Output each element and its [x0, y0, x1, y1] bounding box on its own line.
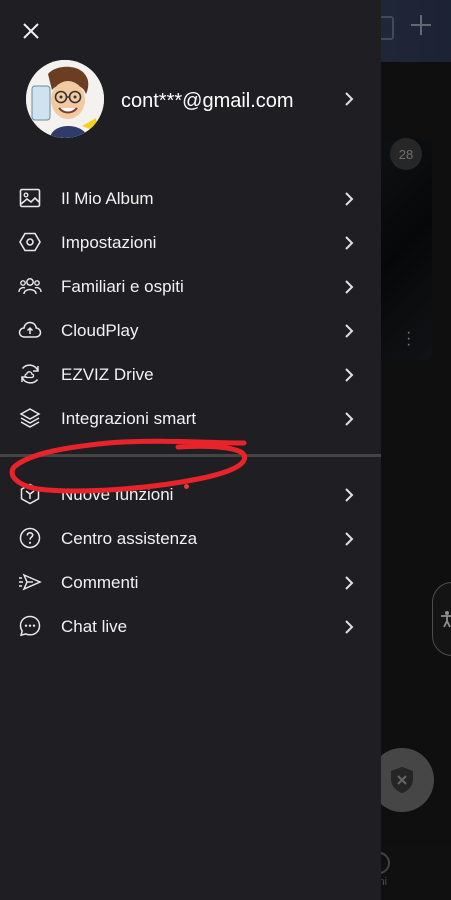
people-icon	[18, 278, 42, 295]
menu-item-label: Familiari e ospiti	[61, 277, 184, 296]
menu-item-label: Centro assistenza	[61, 529, 198, 548]
menu-item-label: Il Mio Album	[61, 189, 154, 208]
chevron-right-icon	[345, 576, 354, 590]
hexagon-settings-icon	[19, 232, 41, 252]
chevron-right-icon	[345, 488, 354, 502]
menu-item-family[interactable]: Familiari e ospiti	[0, 264, 381, 308]
close-icon	[23, 23, 39, 39]
chat-bubble-icon	[19, 615, 41, 637]
menu-item-label: Integrazioni smart	[61, 409, 197, 428]
chevron-right-icon	[345, 620, 354, 634]
menu-item-settings[interactable]: Impostazioni	[0, 220, 381, 264]
drawer-menu: Il Mio Album Impostazioni Familiari e os…	[0, 176, 381, 648]
image-icon	[19, 188, 41, 208]
menu-item-live-chat[interactable]: Chat live	[0, 604, 381, 648]
menu-item-label: Nuove funzioni	[61, 485, 174, 504]
menu-item-album[interactable]: Il Mio Album	[0, 176, 381, 220]
menu-item-label: Impostazioni	[61, 233, 157, 252]
avatar	[26, 60, 104, 138]
screen: 28 ··· izioni	[0, 0, 451, 900]
chevron-right-icon	[345, 236, 354, 250]
menu-item-label: EZVIZ Drive	[61, 365, 154, 384]
menu-item-label: Commenti	[61, 573, 139, 592]
chevron-right-icon	[345, 368, 354, 382]
chevron-right-icon	[345, 532, 354, 546]
menu-item-label: CloudPlay	[61, 321, 139, 340]
menu-item-cloudplay[interactable]: CloudPlay	[0, 308, 381, 352]
new-indicator-dot	[184, 484, 189, 489]
menu-item-ezviz-drive[interactable]: EZVIZ Drive	[0, 352, 381, 396]
menu-item-smart-integrations[interactable]: Integrazioni smart	[0, 396, 381, 440]
close-button[interactable]	[18, 18, 44, 44]
menu-item-feedback[interactable]: Commenti	[0, 560, 381, 604]
menu-item-label: Chat live	[61, 617, 128, 636]
chevron-right-icon	[345, 324, 354, 338]
chevron-right-icon	[345, 412, 354, 426]
layers-icon	[19, 408, 41, 428]
menu-item-new-features[interactable]: Nuove funzioni	[0, 472, 381, 516]
menu-item-help-center[interactable]: Centro assistenza	[0, 516, 381, 560]
chevron-right-icon	[345, 92, 354, 106]
send-icon	[19, 573, 42, 591]
chevron-right-icon	[345, 280, 354, 294]
help-circle-icon	[19, 527, 41, 549]
profile-row[interactable]: cont***@gmail.com	[0, 56, 381, 146]
avatar-cartoon-image	[26, 60, 104, 138]
cube-icon	[20, 483, 40, 505]
chevron-right-icon	[345, 192, 354, 206]
side-drawer: cont***@gmail.com Il Mio Album Impostazi…	[0, 0, 381, 900]
account-email: cont***@gmail.com	[121, 90, 294, 112]
cloud-sync-icon	[21, 364, 39, 384]
menu-divider	[0, 454, 381, 457]
cloud-upload-icon	[18, 321, 42, 338]
